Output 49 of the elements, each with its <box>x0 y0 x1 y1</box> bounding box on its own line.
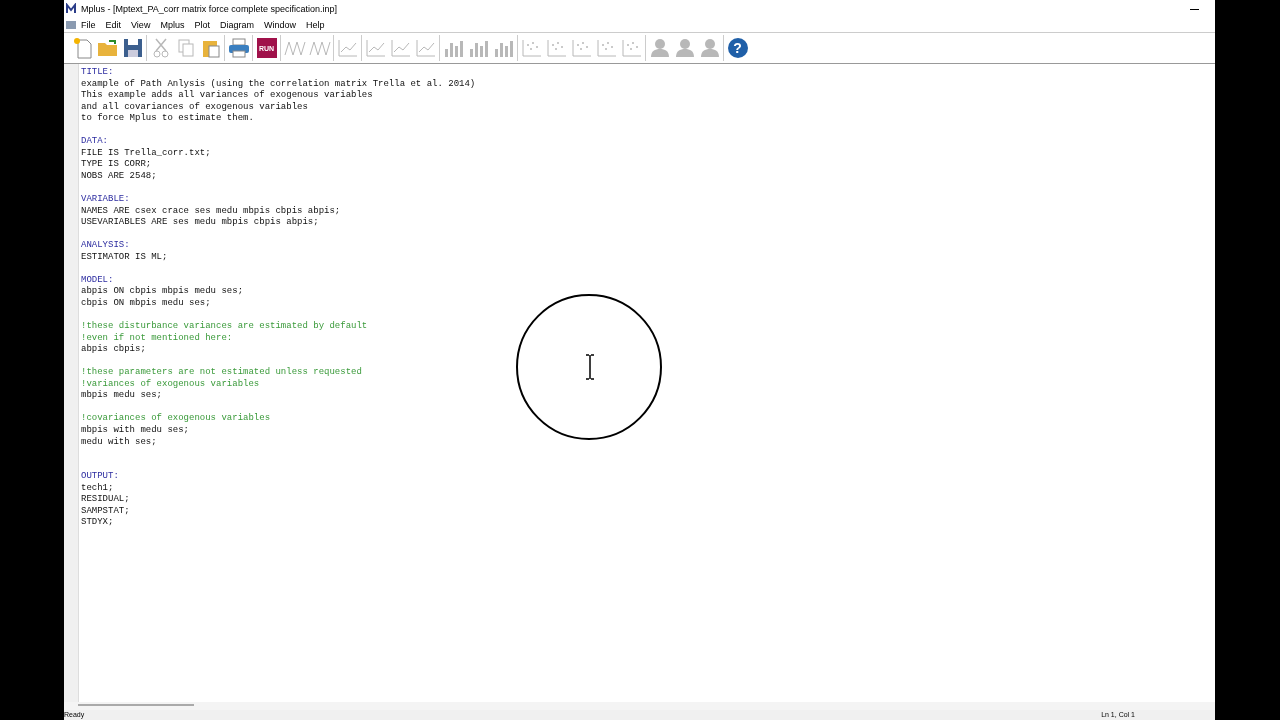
menu-item[interactable]: Diagram <box>214 20 259 30</box>
code-comment: !variances of exogenous variables <box>81 378 261 390</box>
document-icon[interactable] <box>66 21 76 29</box>
menu-item[interactable]: Mplus <box>155 20 190 30</box>
scrollbar-thumb[interactable] <box>78 704 194 706</box>
code-line: STDYX; <box>81 517 115 529</box>
code-line: cbpis ON mbpis medu ses; <box>81 297 212 310</box>
code-comment: !these disturbance variances are estimated by default <box>81 321 369 333</box>
code-line: FILE IS Trella_corr.txt; <box>81 147 212 160</box>
code-line: mbpis medu ses; <box>81 390 163 402</box>
menu-item[interactable]: Plot <box>189 20 215 30</box>
code-comment: !these parameters are not estimated unless requested <box>81 367 363 379</box>
code-line: abpis ON cbpis mbpis medu ses; <box>81 286 245 298</box>
code-line: tech1; <box>81 482 115 495</box>
code-line: SAMPSTAT; <box>81 505 131 518</box>
new-file-icon[interactable] <box>72 37 93 59</box>
section-keyword: TITLE: <box>81 67 115 79</box>
menu-item[interactable]: View <box>126 20 156 30</box>
code-line: ESTIMATOR IS ML; <box>81 251 169 264</box>
code-line: medu with ses; <box>81 436 158 449</box>
app-logo-icon <box>66 3 77 15</box>
printer-icon[interactable] <box>227 38 250 58</box>
code-line: to force Mplus to estimate them. <box>81 113 255 125</box>
section-keyword: OUTPUT: <box>81 471 120 483</box>
code-comment: !covariances of exogenous variables <box>81 413 272 425</box>
code-line: mbpis with medu ses; <box>81 424 191 437</box>
code-line: RESIDUAL; <box>81 494 131 506</box>
menu-item[interactable]: Window <box>258 20 301 30</box>
section-keyword: ANALYSIS: <box>81 240 131 252</box>
section-keyword: MODEL: <box>81 274 115 286</box>
clipboard-icon[interactable] <box>201 38 220 58</box>
menu-item[interactable]: Edit <box>100 20 127 30</box>
minimize-button[interactable] <box>1190 8 1199 10</box>
code-line: abpis cbpis; <box>81 344 147 356</box>
menu-item[interactable]: File <box>76 20 101 30</box>
section-keyword: VARIABLE: <box>81 194 131 206</box>
code-line: TYPE IS CORR; <box>81 159 153 171</box>
section-keyword: DATA: <box>81 136 109 148</box>
code-comment: !even if not mentioned here: <box>81 332 234 344</box>
code-line: USEVARIABLES ARE ses medu mbpis cbpis abpis; <box>81 217 320 229</box>
code-line: This example adds all variances of exogenous variables <box>81 90 374 102</box>
menu-item[interactable]: Help <box>300 20 330 30</box>
folder-icon[interactable] <box>96 38 119 58</box>
code-line: NOBS ARE 2548; <box>81 170 158 183</box>
code-line: example of Path Anlysis (using the correlation matrix Trella et al. 2014) <box>81 78 477 90</box>
window-title: Mplus - [Mptext_PA_corr matrix force complete specification.inp] <box>81 4 337 14</box>
help-button[interactable]: ? <box>727 38 748 58</box>
code-line: NAMES ARE csex crace ses medu mbpis cbpis abpis; <box>81 205 342 217</box>
code-line: and all covariances of exogenous variables <box>81 101 309 113</box>
